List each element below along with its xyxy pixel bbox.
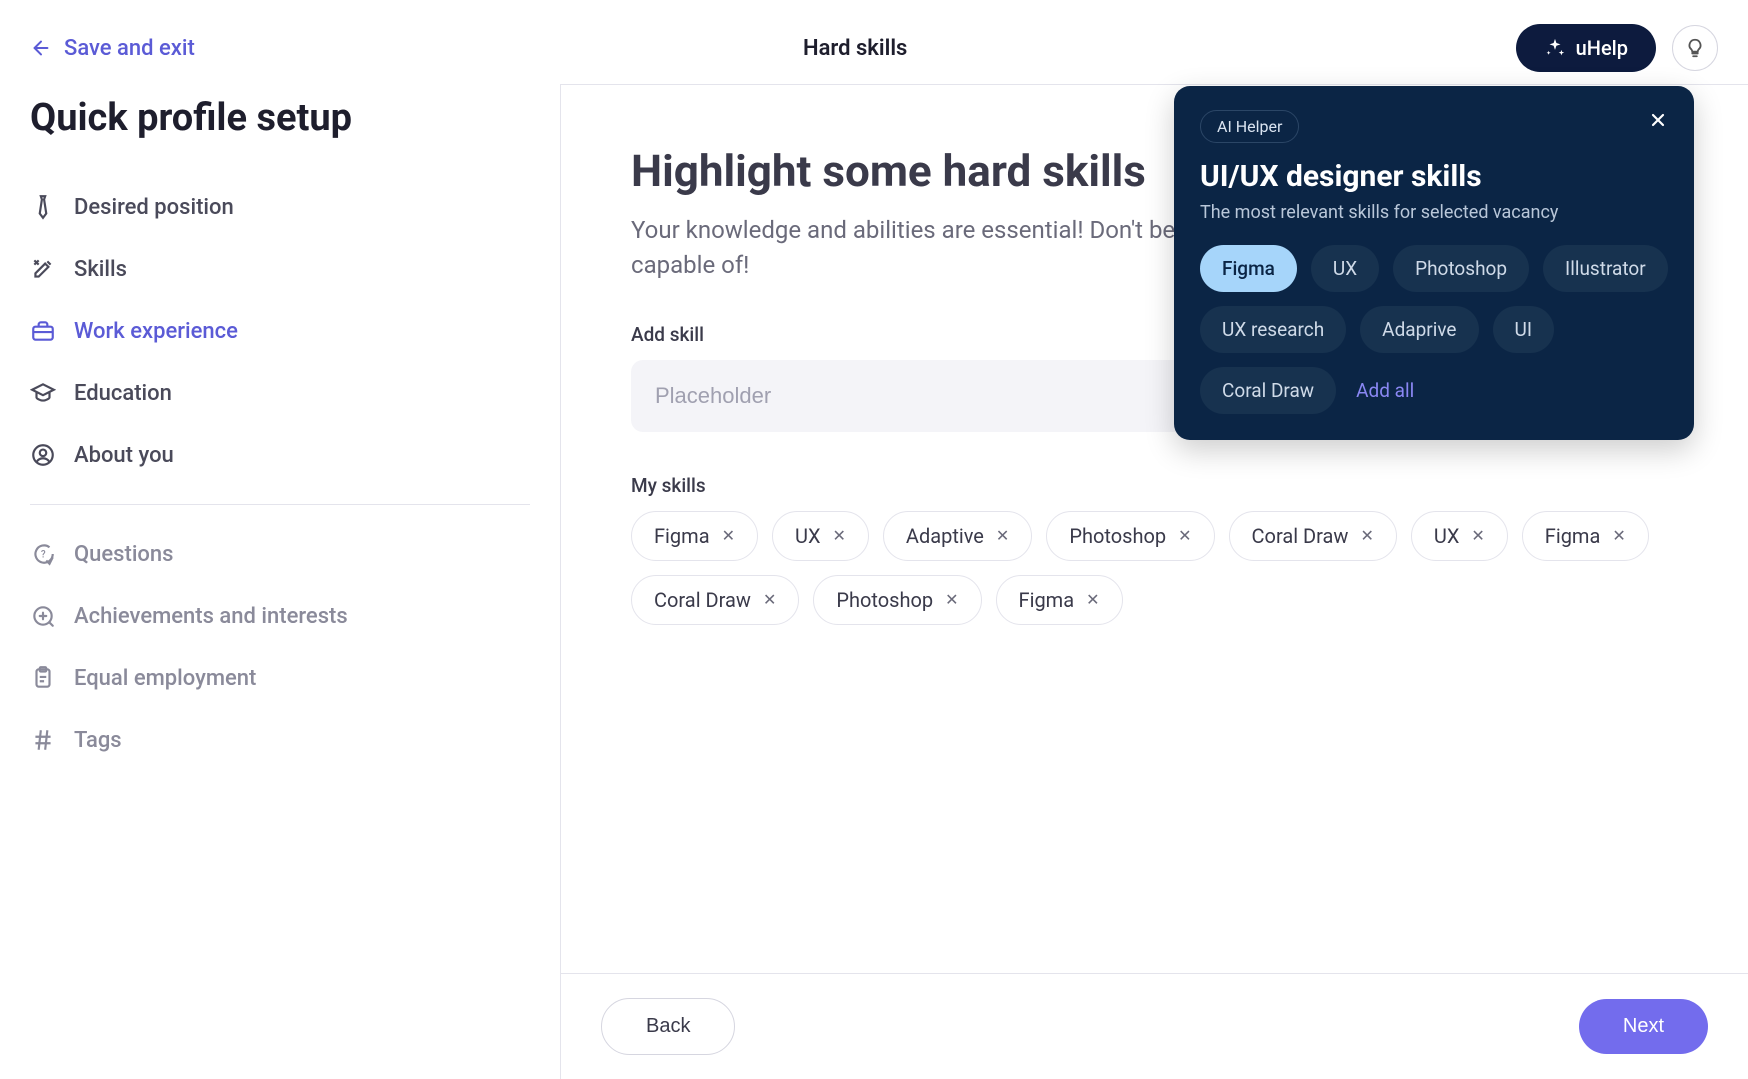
arrow-left-icon: [30, 37, 52, 59]
skill-chip-label: Figma: [1019, 588, 1075, 612]
sidebar-item-about-you[interactable]: About you: [30, 424, 530, 486]
skill-chip: Coral Draw ✕: [1229, 511, 1397, 561]
tools-icon: [30, 256, 56, 282]
popover-title: UI/UX designer skills: [1200, 159, 1668, 194]
remove-skill-button[interactable]: ✕: [996, 528, 1009, 544]
sparkles-icon: [1544, 37, 1566, 59]
sidebar-divider: [30, 504, 530, 505]
sidebar-item-label: Work experience: [74, 319, 238, 344]
theme-toggle-button[interactable]: [1672, 25, 1718, 71]
my-skills-label: My skills: [631, 474, 1678, 497]
skill-chip-label: Coral Draw: [1252, 524, 1349, 548]
skill-chip-label: Figma: [1545, 524, 1601, 548]
skill-chip: Coral Draw ✕: [631, 575, 799, 625]
close-icon: [1648, 110, 1668, 130]
remove-skill-button[interactable]: ✕: [722, 528, 735, 544]
save-and-exit-label: Save and exit: [64, 36, 195, 61]
ai-helper-badge: AI Helper: [1200, 110, 1299, 143]
lightbulb-icon: [1684, 37, 1706, 59]
header: Save and exit Hard skills uHelp: [0, 0, 1748, 84]
skill-chip: Photoshop ✕: [813, 575, 981, 625]
skill-chip-label: Adaptive: [906, 524, 984, 548]
skill-chip-label: Photoshop: [1069, 524, 1166, 548]
my-skills-chips: Figma✕UX✕Adaptive✕Photoshop✕Coral Draw✕U…: [631, 511, 1678, 625]
page-title: Hard skills: [211, 36, 1500, 61]
suggestion-chip[interactable]: UX research: [1200, 306, 1346, 353]
skill-chip: Adaptive ✕: [883, 511, 1032, 561]
next-button[interactable]: Next: [1579, 999, 1708, 1054]
remove-skill-button[interactable]: ✕: [1086, 592, 1099, 608]
svg-text:?: ?: [41, 549, 46, 560]
remove-skill-button[interactable]: ✕: [1471, 528, 1484, 544]
sidebar-item-equal-employment[interactable]: Equal employment: [30, 647, 530, 709]
uhelp-button[interactable]: uHelp: [1516, 24, 1656, 72]
remove-skill-button[interactable]: ✕: [1360, 528, 1373, 544]
suggestion-chip[interactable]: UI: [1493, 306, 1555, 353]
sidebar-item-label: Education: [74, 381, 172, 406]
skill-chip: Photoshop ✕: [1046, 511, 1214, 561]
sidebar-item-skills[interactable]: Skills: [30, 238, 530, 300]
hash-icon: [30, 727, 56, 753]
skill-chip-label: UX: [1434, 524, 1460, 548]
skill-chip: Figma ✕: [1522, 511, 1649, 561]
badge-plus-icon: [30, 603, 56, 629]
remove-skill-button[interactable]: ✕: [1612, 528, 1625, 544]
skill-chip: UX ✕: [772, 511, 869, 561]
tie-icon: [30, 194, 56, 220]
skill-chip: Figma ✕: [996, 575, 1123, 625]
suggestion-chip[interactable]: Coral Draw: [1200, 367, 1336, 414]
suggestion-chip[interactable]: Illustrator: [1543, 245, 1668, 292]
save-and-exit-link[interactable]: Save and exit: [30, 36, 195, 61]
sidebar-item-label: Equal employment: [74, 666, 256, 691]
sidebar-item-work-experience[interactable]: Work experience: [30, 300, 530, 362]
suggestion-chip[interactable]: UX: [1311, 245, 1379, 292]
sidebar-item-achievements[interactable]: Achievements and interests: [30, 585, 530, 647]
sidebar-item-label: Achievements and interests: [74, 604, 348, 629]
clipboard-icon: [30, 665, 56, 691]
add-all-button[interactable]: Add all: [1350, 367, 1420, 414]
popover-close-button[interactable]: [1648, 110, 1668, 135]
skill-chip-label: Photoshop: [836, 588, 933, 612]
sidebar-item-tags[interactable]: Tags: [30, 709, 530, 771]
sidebar-title: Quick profile setup: [30, 96, 530, 140]
skill-chip-label: UX: [795, 524, 821, 548]
sidebar-item-label: Desired position: [74, 195, 234, 220]
remove-skill-button[interactable]: ✕: [833, 528, 846, 544]
chat-question-icon: ?: [30, 541, 56, 567]
skill-chip: Figma ✕: [631, 511, 758, 561]
skill-chip-label: Figma: [654, 524, 710, 548]
sidebar-item-label: Skills: [74, 257, 127, 282]
remove-skill-button[interactable]: ✕: [763, 592, 776, 608]
sidebar-item-education[interactable]: Education: [30, 362, 530, 424]
suggestion-chips: FigmaUXPhotoshopIllustratorUX researchAd…: [1200, 245, 1668, 414]
user-circle-icon: [30, 442, 56, 468]
sidebar-item-desired-position[interactable]: Desired position: [30, 176, 530, 238]
popover-subtitle: The most relevant skills for selected va…: [1200, 202, 1668, 223]
sidebar-item-questions[interactable]: ? Questions: [30, 523, 530, 585]
suggestion-chip[interactable]: Adaprive: [1360, 306, 1478, 353]
sidebar: Quick profile setup Desired position Ski…: [0, 84, 560, 1079]
remove-skill-button[interactable]: ✕: [1178, 528, 1191, 544]
skill-chip: UX ✕: [1411, 511, 1508, 561]
suggestion-chip[interactable]: Figma: [1200, 245, 1297, 292]
graduation-cap-icon: [30, 380, 56, 406]
sidebar-item-label: Questions: [74, 542, 173, 567]
ai-helper-popover: AI Helper UI/UX designer skills The most…: [1174, 86, 1694, 440]
skill-chip-label: Coral Draw: [654, 588, 751, 612]
suggestion-chip[interactable]: Photoshop: [1393, 245, 1529, 292]
briefcase-icon: [30, 318, 56, 344]
back-button[interactable]: Back: [601, 998, 735, 1055]
remove-skill-button[interactable]: ✕: [945, 592, 958, 608]
sidebar-item-label: About you: [74, 443, 174, 468]
sidebar-item-label: Tags: [74, 728, 122, 753]
footer: Back Next: [561, 973, 1748, 1079]
uhelp-label: uHelp: [1576, 36, 1628, 60]
